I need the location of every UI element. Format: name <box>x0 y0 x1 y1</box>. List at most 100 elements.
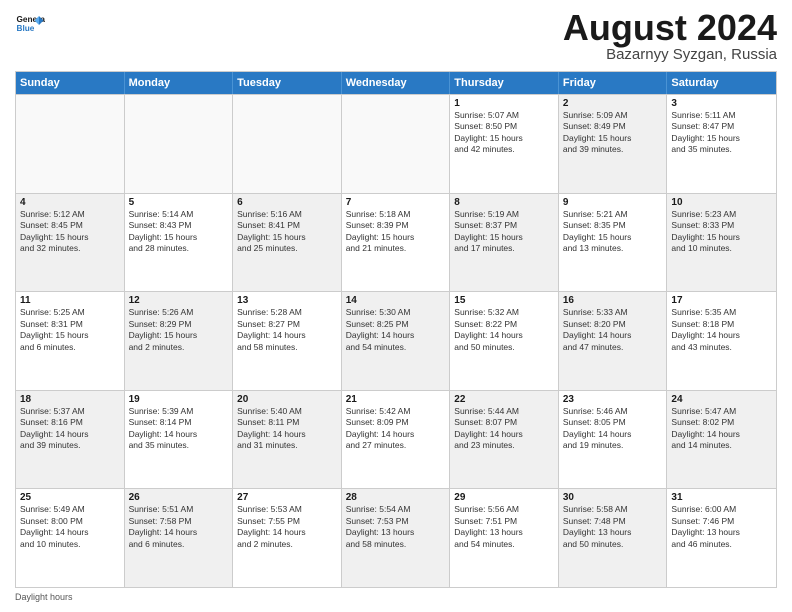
day-number: 9 <box>563 197 663 208</box>
calendar-cell: 30Sunrise: 5:58 AM Sunset: 7:48 PM Dayli… <box>559 489 668 587</box>
svg-text:Blue: Blue <box>17 24 35 33</box>
calendar-cell: 25Sunrise: 5:49 AM Sunset: 8:00 PM Dayli… <box>16 489 125 587</box>
day-number: 24 <box>671 394 772 405</box>
day-number: 18 <box>20 394 120 405</box>
day-info: Sunrise: 5:56 AM Sunset: 7:51 PM Dayligh… <box>454 504 554 550</box>
main-title: August 2024 <box>563 10 777 46</box>
calendar-header-row: SundayMondayTuesdayWednesdayThursdayFrid… <box>16 72 776 94</box>
page: General Blue August 2024 Bazarnyy Syzgan… <box>0 0 792 612</box>
day-info: Sunrise: 5:28 AM Sunset: 8:27 PM Dayligh… <box>237 307 337 353</box>
calendar-cell: 28Sunrise: 5:54 AM Sunset: 7:53 PM Dayli… <box>342 489 451 587</box>
day-number: 7 <box>346 197 446 208</box>
day-number: 1 <box>454 98 554 109</box>
day-info: Sunrise: 5:51 AM Sunset: 7:58 PM Dayligh… <box>129 504 229 550</box>
day-info: Sunrise: 5:35 AM Sunset: 8:18 PM Dayligh… <box>671 307 772 353</box>
day-number: 4 <box>20 197 120 208</box>
day-info: Sunrise: 5:32 AM Sunset: 8:22 PM Dayligh… <box>454 307 554 353</box>
day-info: Sunrise: 5:18 AM Sunset: 8:39 PM Dayligh… <box>346 209 446 255</box>
calendar-header-tuesday: Tuesday <box>233 72 342 94</box>
calendar-cell: 26Sunrise: 5:51 AM Sunset: 7:58 PM Dayli… <box>125 489 234 587</box>
calendar-cell: 18Sunrise: 5:37 AM Sunset: 8:16 PM Dayli… <box>16 391 125 489</box>
calendar-cell: 16Sunrise: 5:33 AM Sunset: 8:20 PM Dayli… <box>559 292 668 390</box>
day-info: Sunrise: 5:39 AM Sunset: 8:14 PM Dayligh… <box>129 406 229 452</box>
day-number: 26 <box>129 492 229 503</box>
day-info: Sunrise: 5:11 AM Sunset: 8:47 PM Dayligh… <box>671 110 772 156</box>
day-info: Sunrise: 5:14 AM Sunset: 8:43 PM Dayligh… <box>129 209 229 255</box>
day-info: Sunrise: 5:09 AM Sunset: 8:49 PM Dayligh… <box>563 110 663 156</box>
day-info: Sunrise: 5:21 AM Sunset: 8:35 PM Dayligh… <box>563 209 663 255</box>
day-number: 22 <box>454 394 554 405</box>
day-info: Sunrise: 5:12 AM Sunset: 8:45 PM Dayligh… <box>20 209 120 255</box>
day-number: 27 <box>237 492 337 503</box>
calendar-header-thursday: Thursday <box>450 72 559 94</box>
day-info: Sunrise: 5:53 AM Sunset: 7:55 PM Dayligh… <box>237 504 337 550</box>
calendar-cell <box>233 95 342 193</box>
day-number: 17 <box>671 295 772 306</box>
calendar-cell: 7Sunrise: 5:18 AM Sunset: 8:39 PM Daylig… <box>342 194 451 292</box>
day-number: 3 <box>671 98 772 109</box>
day-number: 11 <box>20 295 120 306</box>
day-info: Sunrise: 5:42 AM Sunset: 8:09 PM Dayligh… <box>346 406 446 452</box>
day-number: 19 <box>129 394 229 405</box>
calendar-cell: 8Sunrise: 5:19 AM Sunset: 8:37 PM Daylig… <box>450 194 559 292</box>
calendar-cell: 5Sunrise: 5:14 AM Sunset: 8:43 PM Daylig… <box>125 194 234 292</box>
calendar-cell: 3Sunrise: 5:11 AM Sunset: 8:47 PM Daylig… <box>667 95 776 193</box>
calendar-cell: 10Sunrise: 5:23 AM Sunset: 8:33 PM Dayli… <box>667 194 776 292</box>
day-number: 20 <box>237 394 337 405</box>
calendar-header-monday: Monday <box>125 72 234 94</box>
day-number: 2 <box>563 98 663 109</box>
calendar-cell: 17Sunrise: 5:35 AM Sunset: 8:18 PM Dayli… <box>667 292 776 390</box>
calendar-header-sunday: Sunday <box>16 72 125 94</box>
day-info: Sunrise: 5:07 AM Sunset: 8:50 PM Dayligh… <box>454 110 554 156</box>
day-number: 23 <box>563 394 663 405</box>
calendar-cell: 19Sunrise: 5:39 AM Sunset: 8:14 PM Dayli… <box>125 391 234 489</box>
calendar-cell: 14Sunrise: 5:30 AM Sunset: 8:25 PM Dayli… <box>342 292 451 390</box>
calendar-cell: 9Sunrise: 5:21 AM Sunset: 8:35 PM Daylig… <box>559 194 668 292</box>
day-info: Sunrise: 5:19 AM Sunset: 8:37 PM Dayligh… <box>454 209 554 255</box>
calendar-cell: 27Sunrise: 5:53 AM Sunset: 7:55 PM Dayli… <box>233 489 342 587</box>
day-info: Sunrise: 5:46 AM Sunset: 8:05 PM Dayligh… <box>563 406 663 452</box>
day-number: 16 <box>563 295 663 306</box>
footer: Daylight hours <box>15 592 777 602</box>
day-info: Sunrise: 5:58 AM Sunset: 7:48 PM Dayligh… <box>563 504 663 550</box>
calendar-cell: 6Sunrise: 5:16 AM Sunset: 8:41 PM Daylig… <box>233 194 342 292</box>
day-number: 8 <box>454 197 554 208</box>
calendar-cell: 24Sunrise: 5:47 AM Sunset: 8:02 PM Dayli… <box>667 391 776 489</box>
calendar-week-1: 1Sunrise: 5:07 AM Sunset: 8:50 PM Daylig… <box>16 94 776 193</box>
calendar-week-4: 18Sunrise: 5:37 AM Sunset: 8:16 PM Dayli… <box>16 390 776 489</box>
day-number: 29 <box>454 492 554 503</box>
day-number: 13 <box>237 295 337 306</box>
day-info: Sunrise: 5:30 AM Sunset: 8:25 PM Dayligh… <box>346 307 446 353</box>
day-number: 10 <box>671 197 772 208</box>
calendar-cell: 13Sunrise: 5:28 AM Sunset: 8:27 PM Dayli… <box>233 292 342 390</box>
calendar-cell: 21Sunrise: 5:42 AM Sunset: 8:09 PM Dayli… <box>342 391 451 489</box>
subtitle: Bazarnyy Syzgan, Russia <box>563 46 777 63</box>
calendar-cell: 20Sunrise: 5:40 AM Sunset: 8:11 PM Dayli… <box>233 391 342 489</box>
calendar-body: 1Sunrise: 5:07 AM Sunset: 8:50 PM Daylig… <box>16 94 776 587</box>
calendar-cell <box>342 95 451 193</box>
calendar-cell: 12Sunrise: 5:26 AM Sunset: 8:29 PM Dayli… <box>125 292 234 390</box>
day-info: Sunrise: 5:47 AM Sunset: 8:02 PM Dayligh… <box>671 406 772 452</box>
logo-icon: General Blue <box>15 10 45 40</box>
calendar-cell: 29Sunrise: 5:56 AM Sunset: 7:51 PM Dayli… <box>450 489 559 587</box>
calendar-cell: 22Sunrise: 5:44 AM Sunset: 8:07 PM Dayli… <box>450 391 559 489</box>
day-info: Sunrise: 5:44 AM Sunset: 8:07 PM Dayligh… <box>454 406 554 452</box>
day-info: Sunrise: 5:16 AM Sunset: 8:41 PM Dayligh… <box>237 209 337 255</box>
day-info: Sunrise: 5:26 AM Sunset: 8:29 PM Dayligh… <box>129 307 229 353</box>
day-number: 30 <box>563 492 663 503</box>
day-number: 21 <box>346 394 446 405</box>
day-info: Sunrise: 5:54 AM Sunset: 7:53 PM Dayligh… <box>346 504 446 550</box>
calendar-week-2: 4Sunrise: 5:12 AM Sunset: 8:45 PM Daylig… <box>16 193 776 292</box>
day-info: Sunrise: 5:49 AM Sunset: 8:00 PM Dayligh… <box>20 504 120 550</box>
calendar-cell: 15Sunrise: 5:32 AM Sunset: 8:22 PM Dayli… <box>450 292 559 390</box>
day-number: 31 <box>671 492 772 503</box>
day-number: 5 <box>129 197 229 208</box>
day-info: Sunrise: 5:37 AM Sunset: 8:16 PM Dayligh… <box>20 406 120 452</box>
calendar-cell: 11Sunrise: 5:25 AM Sunset: 8:31 PM Dayli… <box>16 292 125 390</box>
header: General Blue August 2024 Bazarnyy Syzgan… <box>15 10 777 63</box>
day-number: 28 <box>346 492 446 503</box>
calendar-header-wednesday: Wednesday <box>342 72 451 94</box>
calendar-week-3: 11Sunrise: 5:25 AM Sunset: 8:31 PM Dayli… <box>16 291 776 390</box>
calendar-cell: 31Sunrise: 6:00 AM Sunset: 7:46 PM Dayli… <box>667 489 776 587</box>
day-number: 6 <box>237 197 337 208</box>
